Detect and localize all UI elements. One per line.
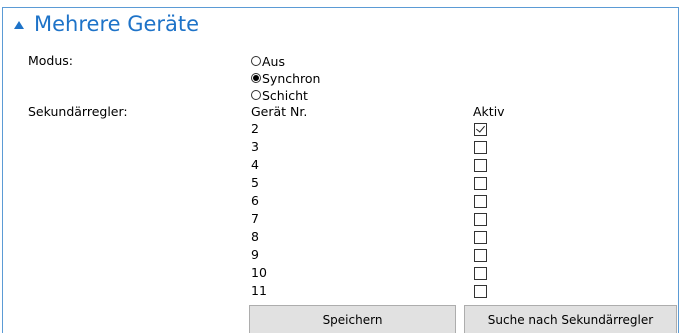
modus-label: Modus: [28, 53, 74, 68]
radio-label: Synchron [262, 70, 321, 86]
table-row: 2 [251, 120, 501, 138]
column-header-device-number: Gerät Nr. [251, 104, 308, 119]
active-checkbox[interactable] [474, 285, 487, 298]
table-row: 5 [251, 174, 501, 192]
device-number: 10 [251, 265, 267, 280]
radio-label: Aus [262, 53, 285, 69]
radio-button[interactable] [251, 56, 261, 66]
device-number: 3 [251, 139, 259, 154]
section-header[interactable]: Mehrere Geräte [14, 11, 199, 37]
device-number: 4 [251, 157, 259, 172]
secondary-controller-label: Sekundärregler: [28, 104, 128, 119]
active-checkbox[interactable] [474, 159, 487, 172]
radio-option-synchron[interactable]: Synchron [251, 70, 320, 86]
device-number: 2 [251, 121, 259, 136]
collapse-triangle-icon[interactable] [14, 20, 24, 29]
device-list: 2 3 4 5 6 7 8 9 10 11 [251, 120, 501, 300]
table-row: 10 [251, 264, 501, 282]
device-number: 6 [251, 193, 259, 208]
table-row: 11 [251, 282, 501, 300]
device-number: 9 [251, 247, 259, 262]
save-button[interactable]: Speichern [249, 305, 456, 333]
active-checkbox[interactable] [474, 231, 487, 244]
section-title: Mehrere Geräte [34, 12, 200, 36]
radio-label: Schicht [262, 87, 308, 103]
column-header-active: Aktiv [473, 104, 505, 119]
device-number: 8 [251, 229, 259, 244]
device-number: 5 [251, 175, 259, 190]
active-checkbox[interactable] [474, 249, 487, 262]
active-checkbox[interactable] [474, 177, 487, 190]
device-number: 7 [251, 211, 259, 226]
table-row: 7 [251, 210, 501, 228]
table-row: 8 [251, 228, 501, 246]
radio-option-aus[interactable]: Aus [251, 53, 285, 69]
radio-button[interactable] [251, 73, 261, 83]
radio-button[interactable] [251, 90, 261, 100]
active-checkbox[interactable] [474, 195, 487, 208]
active-checkbox[interactable] [474, 123, 487, 136]
table-row: 6 [251, 192, 501, 210]
active-checkbox[interactable] [474, 141, 487, 154]
active-checkbox[interactable] [474, 267, 487, 280]
active-checkbox[interactable] [474, 213, 487, 226]
search-secondary-button[interactable]: Suche nach Sekundärregler [464, 305, 677, 333]
radio-option-schicht[interactable]: Schicht [251, 87, 308, 103]
table-row: 9 [251, 246, 501, 264]
device-number: 11 [251, 283, 267, 298]
table-row: 4 [251, 156, 501, 174]
table-row: 3 [251, 138, 501, 156]
